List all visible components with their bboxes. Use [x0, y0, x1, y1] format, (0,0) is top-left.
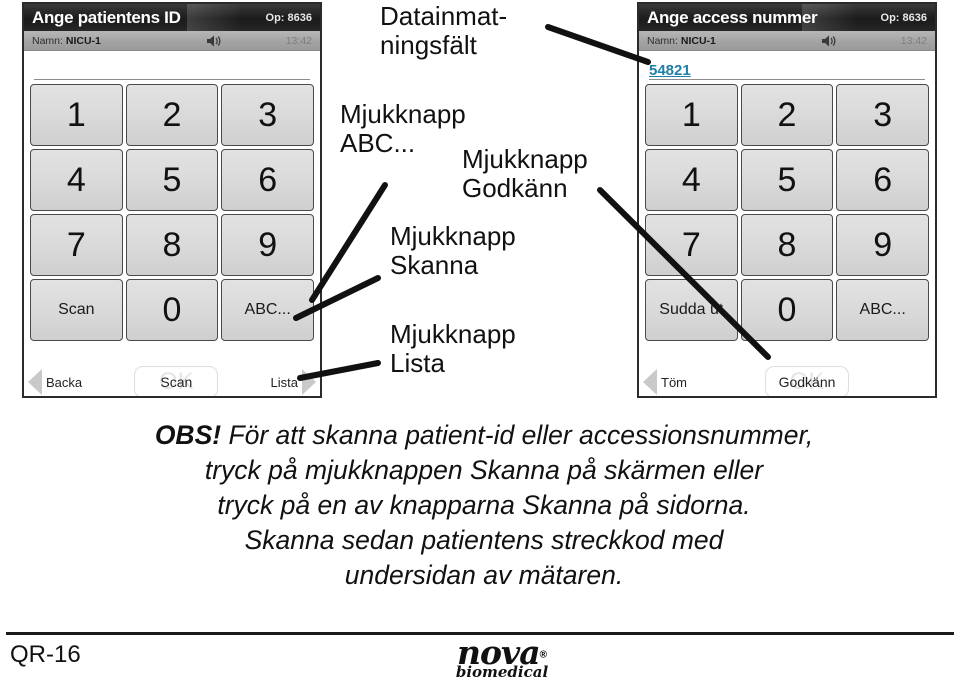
note-line-1-text: För att skanna patient-id eller accessio…: [228, 420, 814, 450]
key-5[interactable]: 5: [125, 149, 219, 211]
patient-name: Namn: NICU-1: [32, 35, 101, 47]
note-line-1: OBS! För att skanna patient-id eller acc…: [44, 418, 924, 453]
softkey-bar: Backa OK Scan Lista: [24, 361, 320, 396]
device-screen-left: Ange patientens ID Op: 8636 Namn: NICU-1…: [22, 2, 322, 398]
keypad: 1 2 3 4 5 6 7 8 9 Scan 0 ABC...: [30, 84, 314, 341]
callout-data-entry-field: Datainmat- ningsfält: [380, 1, 508, 60]
key-9[interactable]: 9: [836, 214, 929, 276]
registered-trademark-icon: ®: [539, 649, 547, 661]
key-delete[interactable]: Sudda ut: [645, 279, 738, 341]
clock: 13:42: [900, 34, 927, 47]
note-line-2: tryck på mjukknappen Skanna på skärmen e…: [204, 455, 764, 485]
softkey-center-scan[interactable]: OK Scan: [134, 366, 219, 396]
key-0[interactable]: 0: [740, 279, 834, 341]
key-2[interactable]: 2: [125, 84, 219, 146]
keypad: 1 2 3 4 5 6 7 8 9 Sudda ut 0 ABC...: [645, 84, 929, 341]
key-4[interactable]: 4: [645, 149, 738, 211]
key-3[interactable]: 3: [221, 84, 314, 146]
key-4[interactable]: 4: [30, 149, 123, 211]
note-line-4: Skanna sedan patientens streckkod med: [244, 525, 724, 555]
key-6[interactable]: 6: [221, 149, 314, 211]
key-scan[interactable]: Scan: [30, 279, 123, 341]
softkey-center-label: Scan: [160, 374, 193, 390]
arrow-right-icon: [302, 369, 317, 395]
speaker-icon: [206, 34, 221, 47]
key-7[interactable]: 7: [30, 214, 123, 276]
key-3[interactable]: 3: [836, 84, 929, 146]
softkey-back[interactable]: Backa: [42, 375, 86, 390]
patient-name: Namn: NICU-1: [647, 35, 716, 47]
key-abc[interactable]: ABC...: [836, 279, 929, 341]
status-bar: Namn: NICU-1 13:42: [24, 31, 320, 51]
arrow-left-icon: [643, 369, 657, 395]
softkey-bar: Töm OK Godkänn: [639, 361, 935, 396]
patient-name-label: Namn:: [32, 34, 63, 47]
clock: 13:42: [285, 34, 312, 47]
key-0[interactable]: 0: [125, 279, 219, 341]
key-9[interactable]: 9: [221, 214, 314, 276]
key-1[interactable]: 1: [30, 84, 123, 146]
softkey-clear[interactable]: Töm: [657, 375, 691, 390]
key-abc[interactable]: ABC...: [221, 279, 314, 341]
softkey-center-accept[interactable]: OK Godkänn: [765, 366, 849, 396]
note-line-3: tryck på en av knapparna Skanna på sidor…: [217, 490, 751, 520]
document-code: QR-16: [10, 641, 81, 668]
key-1[interactable]: 1: [645, 84, 738, 146]
device-screen-right: Ange access nummer Op: 8636 Namn: NICU-1…: [637, 2, 937, 398]
softkey-list[interactable]: Lista: [267, 375, 302, 390]
callout-softkey-godkann: Mjukknapp Godkänn: [462, 144, 588, 203]
key-8[interactable]: 8: [125, 214, 219, 276]
callout-softkey-lista: Mjukknapp Lista: [390, 319, 516, 378]
key-6[interactable]: 6: [836, 149, 929, 211]
page-root: Ange patientens ID Op: 8636 Namn: NICU-1…: [0, 0, 960, 683]
note-line-5: undersidan av mätaren.: [344, 560, 624, 590]
operator-id: Op: 8636: [265, 11, 312, 24]
operator-id: Op: 8636: [880, 11, 927, 24]
speaker-icon: [821, 34, 836, 47]
patient-name-label: Namn:: [647, 34, 678, 47]
note-emphasis: OBS!: [154, 420, 222, 450]
arrow-left-icon: [28, 369, 42, 395]
logo-wordmark: nova: [457, 633, 541, 672]
callout-softkey-abc: Mjukknapp ABC...: [340, 99, 466, 158]
key-8[interactable]: 8: [740, 214, 834, 276]
callout-softkey-skanna: Mjukknapp Skanna: [390, 221, 516, 280]
data-entry-value: 54821: [649, 62, 691, 79]
screen-title: Ange access nummer: [647, 7, 818, 27]
screen-body: 1 2 3 4 5 6 7 8 9 Scan 0 ABC... Backa OK…: [24, 56, 320, 396]
key-2[interactable]: 2: [740, 84, 834, 146]
data-entry-field[interactable]: 54821: [649, 56, 925, 80]
title-bar: Ange patientens ID Op: 8636: [24, 4, 320, 31]
title-bar: Ange access nummer Op: 8636: [639, 4, 935, 31]
key-7[interactable]: 7: [645, 214, 738, 276]
screen-title: Ange patientens ID: [32, 7, 181, 27]
data-entry-field[interactable]: [34, 56, 310, 80]
key-5[interactable]: 5: [740, 149, 834, 211]
softkey-center-label: Godkänn: [778, 374, 836, 390]
patient-name-value: NICU-1: [680, 34, 716, 47]
note-paragraph: OBS! För att skanna patient-id eller acc…: [44, 418, 924, 593]
status-bar: Namn: NICU-1 13:42: [639, 31, 935, 51]
screen-body: 54821 1 2 3 4 5 6 7 8 9 Sudda ut 0 ABC..…: [639, 56, 935, 396]
patient-name-value: NICU-1: [65, 34, 101, 47]
nova-biomedical-logo: nova® biomedical: [432, 636, 572, 680]
